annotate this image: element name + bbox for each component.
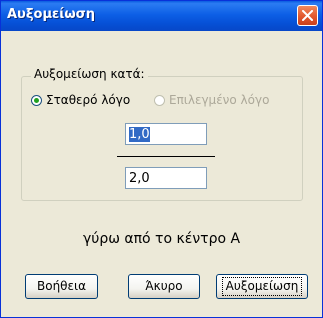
scale-dialog: Αυξομείωση Αυξομείωση κατά: Σταθερό λόγο… (0, 0, 323, 318)
title-bar[interactable]: Αυξομείωση (1, 1, 322, 31)
radio-unchecked-icon (154, 94, 165, 106)
help-button[interactable]: Βοήθεια (25, 274, 98, 299)
scale-button-label: Αυξομείωση (221, 277, 303, 296)
numerator-value: 1,0 (129, 127, 150, 142)
radio-checked-icon (31, 94, 42, 106)
fixed-ratio-radio[interactable]: Σταθερό λόγο (31, 93, 130, 107)
selected-ratio-label: Επιλεγμένο λόγο (169, 93, 270, 107)
fraction-divider (117, 156, 215, 157)
scale-by-legend: Αυξομείωση κατά: (31, 67, 148, 81)
fixed-ratio-label: Σταθερό λόγο (46, 93, 131, 107)
selected-ratio-radio: Επιλεγμένο λόγο (154, 93, 269, 107)
denominator-value: 2,0 (129, 171, 150, 186)
scale-button[interactable]: Αυξομείωση (216, 274, 308, 299)
cancel-button[interactable]: Άκυρο (128, 274, 200, 299)
window-title: Αυξομείωση (7, 7, 95, 22)
denominator-input[interactable]: 2,0 (125, 167, 207, 189)
numerator-input[interactable]: 1,0 (125, 123, 207, 145)
center-point-text: γύρω από το κέντρο Α (82, 231, 241, 247)
close-button[interactable] (297, 5, 318, 26)
close-x-icon (302, 10, 313, 21)
